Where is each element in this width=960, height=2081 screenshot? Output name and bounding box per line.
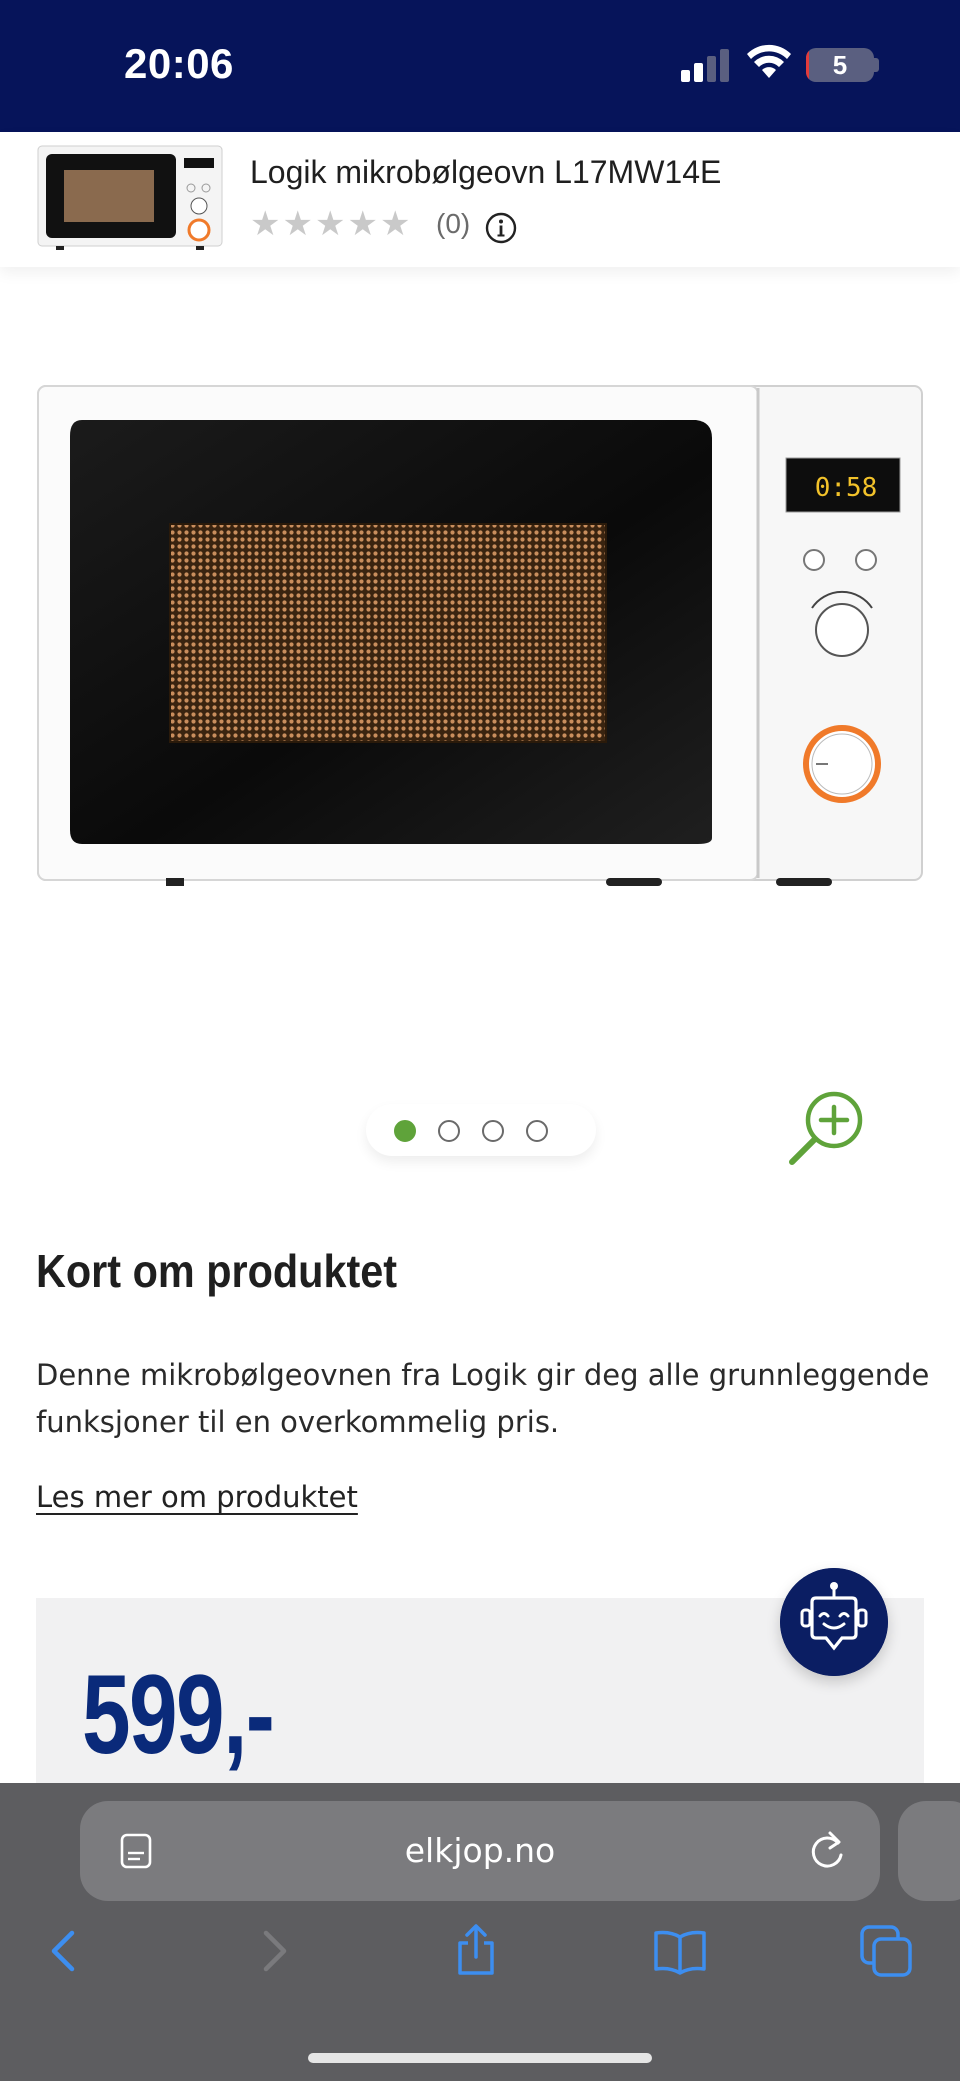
product-title: Logik mikrobølgeovn L17MW14E [250, 154, 722, 190]
section-heading: Kort om produktet [36, 1245, 398, 1297]
price: 599,- [82, 1652, 275, 1777]
reload-icon[interactable] [806, 1829, 848, 1873]
address-bar[interactable]: elkjop.no [80, 1801, 880, 1901]
product-header: Logik mikrobølgeovn L17MW14E ★ ★ ★ ★ ★ (… [0, 132, 960, 267]
star-icon: ★ [379, 204, 411, 244]
product-thumbnail[interactable] [36, 144, 224, 254]
carousel-dot[interactable] [438, 1120, 460, 1142]
product-image-microwave[interactable]: 0:58 [36, 382, 924, 892]
wifi-icon [747, 44, 791, 78]
image-carousel-dots [366, 1104, 596, 1156]
back-icon[interactable] [36, 1923, 92, 1979]
battery-icon: 5 [806, 48, 874, 82]
zoom-in-icon[interactable] [784, 1086, 870, 1172]
cellular-signal-icon [681, 49, 729, 82]
read-more-link[interactable]: Les mer om produktet [36, 1480, 358, 1514]
status-bar: 20:06 5 [0, 0, 960, 132]
rating-stars[interactable]: ★ ★ ★ ★ ★ [250, 204, 410, 244]
carousel-dot[interactable] [482, 1120, 504, 1142]
tabs-icon[interactable] [858, 1923, 914, 1979]
star-icon: ★ [347, 204, 378, 244]
next-tab-preview[interactable] [898, 1801, 960, 1901]
carousel-dot[interactable] [394, 1120, 416, 1142]
battery-level-label: 5 [832, 50, 848, 80]
status-time: 20:06 [124, 40, 234, 87]
browser-toolbar: elkjop.no [0, 1783, 960, 2081]
star-icon: ★ [282, 204, 313, 244]
battery-cap [874, 58, 879, 72]
bookmarks-icon[interactable] [652, 1923, 708, 1979]
url-text: elkjop.no [404, 1831, 556, 1870]
share-icon[interactable] [448, 1923, 504, 1979]
review-count[interactable]: (0) [436, 208, 470, 240]
star-icon: ★ [250, 204, 281, 244]
product-description: Denne mikrobølgeovnen fra Logik gir deg … [36, 1358, 930, 1439]
star-icon: ★ [314, 204, 346, 244]
forward-icon[interactable] [246, 1923, 302, 1979]
info-icon[interactable] [485, 212, 517, 244]
home-indicator[interactable] [308, 2053, 652, 2063]
chatbot-robot-icon[interactable] [780, 1568, 888, 1676]
microwave-display-time: 0:58 [815, 473, 878, 503]
carousel-dot[interactable] [526, 1120, 548, 1142]
